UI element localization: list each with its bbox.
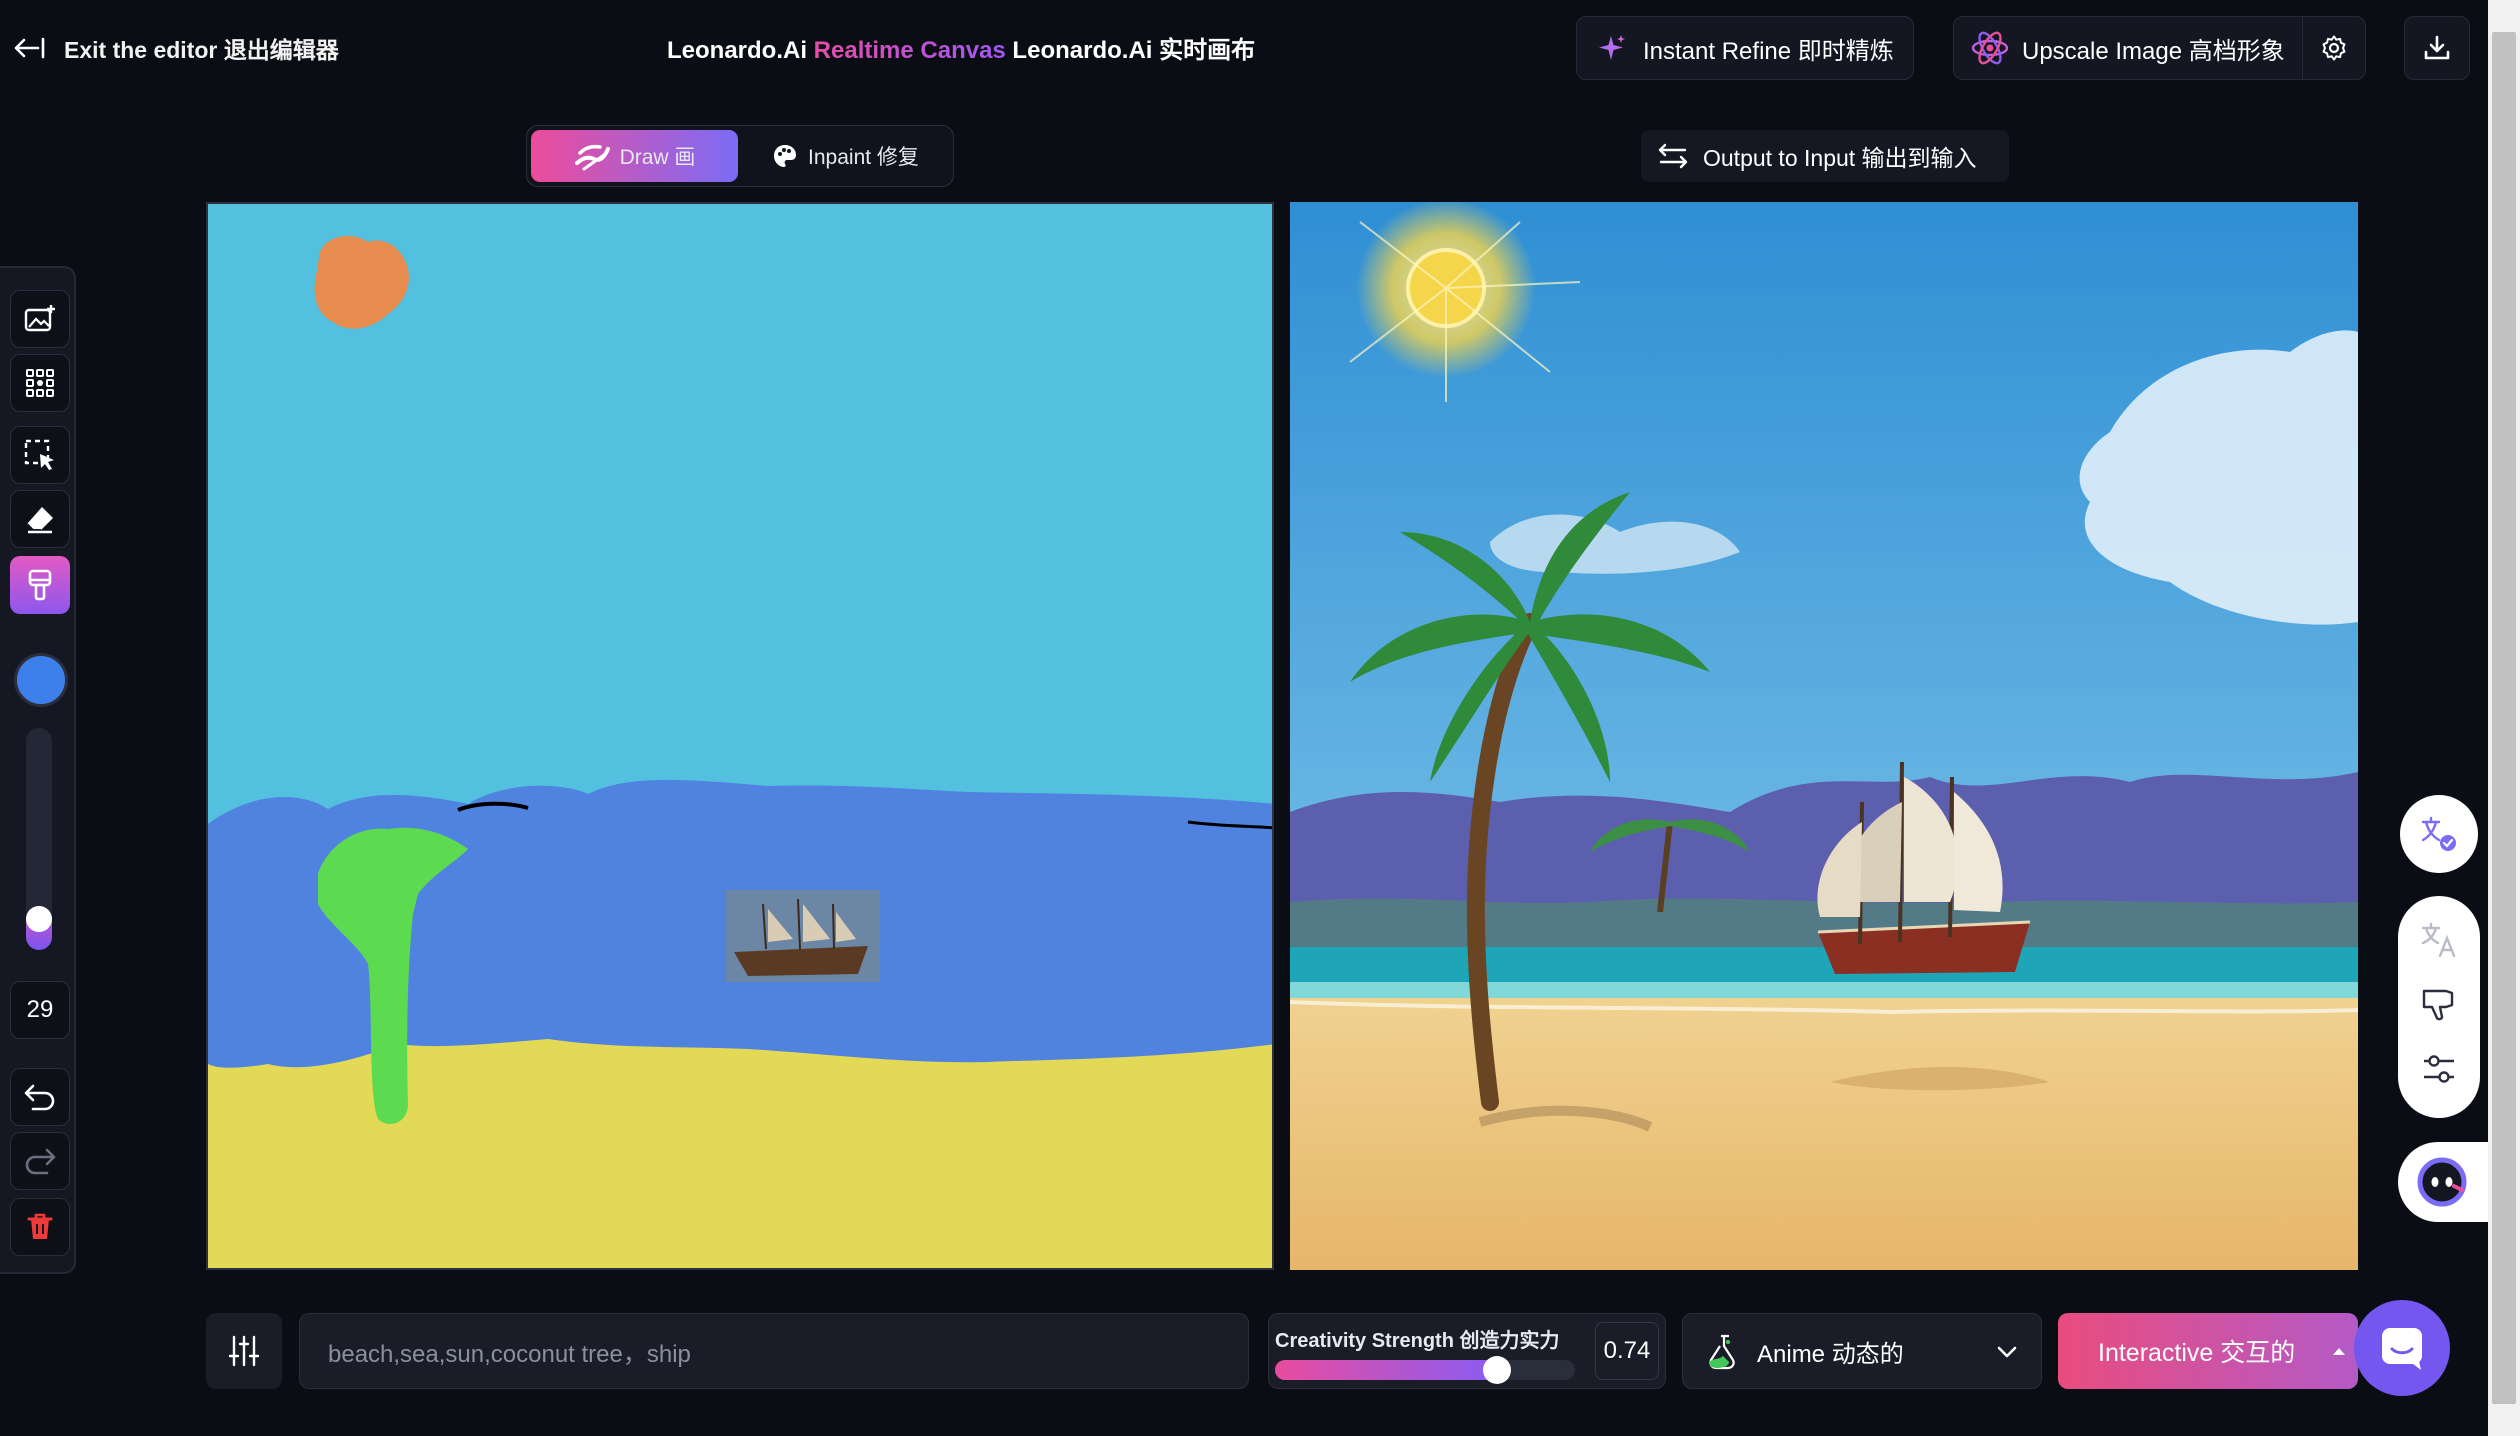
select-tool[interactable] [10,426,70,484]
title-suffix: Leonardo.Ai 实时画布 [1005,37,1256,64]
thumbs-down-icon [2422,990,2454,1021]
brush-color-swatch[interactable] [14,653,68,707]
instant-refine-label: Instant Refine 即时精炼 [1643,37,1894,65]
upscale-image-button[interactable]: Upscale Image 高档形象 [1954,17,2302,79]
interactive-generate-button[interactable]: Interactive 交互的 [2058,1313,2358,1389]
output-to-input-button[interactable]: Output to Input 输出到输入 [1641,130,2009,182]
upscale-image-label: Upscale Image 高档形象 [2022,37,2285,65]
exit-editor-label: Exit the editor 退出编辑器 [64,37,339,63]
creativity-slider-fill [1275,1360,1497,1380]
redo-button[interactable] [10,1132,70,1190]
sparkle-icon [1599,35,1625,60]
eraser-icon [26,507,53,534]
generated-image [1290,202,2358,1270]
upscale-group: Upscale Image 高档形象 [1953,16,2366,80]
undo-icon [24,1084,55,1111]
title-accent: Realtime Canvas [813,37,1006,64]
creativity-strength-label: Creativity Strength 创造力实力 [1275,1330,1560,1352]
creativity-strength-value[interactable]: 0.74 [1595,1322,1659,1380]
add-image-tool[interactable] [10,290,70,348]
adjust-button[interactable] [2420,1050,2458,1093]
creativity-strength-control: Creativity Strength 创造力实力 0.74 [1268,1313,1666,1389]
atom-icon [1971,31,2009,65]
page-title: Leonardo.Ai Realtime Canvas Leonardo.Ai … [667,30,1255,65]
scrollbar-thumb[interactable] [2492,32,2516,1404]
chevron-down-icon [1997,1346,2017,1358]
undo-button[interactable] [10,1068,70,1126]
tool-rail: 29 [0,266,76,1274]
gear-icon [2322,35,2346,61]
prompt-settings-button[interactable] [206,1313,282,1389]
title-prefix: Leonardo.Ai [667,37,814,64]
caret-up-icon [2333,1348,2346,1355]
redo-icon [25,1148,56,1175]
mode-tabs: Draw 画 Inpaint 修复 [526,125,954,187]
eraser-tool[interactable] [10,490,70,548]
chat-support-button[interactable] [2354,1300,2450,1396]
tab-inpaint-label: Inpaint 修复 [808,146,919,169]
brush-size-value: 29 [10,981,70,1039]
instant-refine-button[interactable]: Instant Refine 即时精炼 [1576,16,1914,80]
download-button[interactable] [2404,16,2470,80]
interactive-label: Interactive 交互的 [2098,1339,2296,1367]
translate-icon [2421,922,2456,958]
sliders-icon [2424,1055,2454,1083]
equalizer-icon [228,1335,260,1367]
swap-arrows-icon [1658,143,1688,169]
upscale-settings-button[interactable] [2302,17,2365,79]
palette-icon [774,145,797,167]
tab-draw-label: Draw 画 [619,146,696,169]
translate-check-icon [2421,816,2456,851]
assistant-face-icon [2417,1157,2467,1207]
right-action-panel [2398,896,2480,1118]
exit-arrow-icon [14,37,45,59]
translate-button[interactable] [2420,921,2458,964]
input-canvas[interactable] [206,202,1274,1270]
chat-icon [2382,1328,2422,1370]
clear-canvas-button[interactable] [10,1198,70,1256]
focus-grid-tool[interactable] [10,354,70,412]
tab-inpaint[interactable]: Inpaint 修复 [742,130,949,182]
paint-roller-icon [28,569,52,601]
style-dropdown-label: Anime 动态的 [1757,1340,1904,1368]
style-dropdown[interactable]: Anime 动态的 [1682,1313,2042,1389]
sketch-drawing [208,204,1272,1268]
paint-brush-tool[interactable] [10,556,70,614]
creativity-slider-knob[interactable] [1483,1356,1511,1384]
focus-grid-icon [26,369,54,397]
potion-flask-icon [1709,1334,1735,1370]
output-canvas[interactable] [1290,202,2358,1270]
output-to-input-label: Output to Input 输出到输入 [1703,145,1977,171]
dislike-button[interactable] [2420,985,2458,1028]
draw-brush-icon [574,144,610,171]
add-image-icon [24,305,55,332]
creativity-slider-track[interactable] [1275,1360,1575,1380]
select-cursor-icon [24,439,54,470]
download-icon [2424,35,2450,60]
prompt-input[interactable] [299,1313,1249,1389]
tab-draw[interactable]: Draw 画 [531,130,738,182]
trash-icon [27,1213,53,1239]
translate-fab[interactable] [2400,795,2478,873]
exit-editor-button[interactable]: Exit the editor 退出编辑器 [12,28,339,68]
brush-size-slider[interactable] [26,728,52,950]
